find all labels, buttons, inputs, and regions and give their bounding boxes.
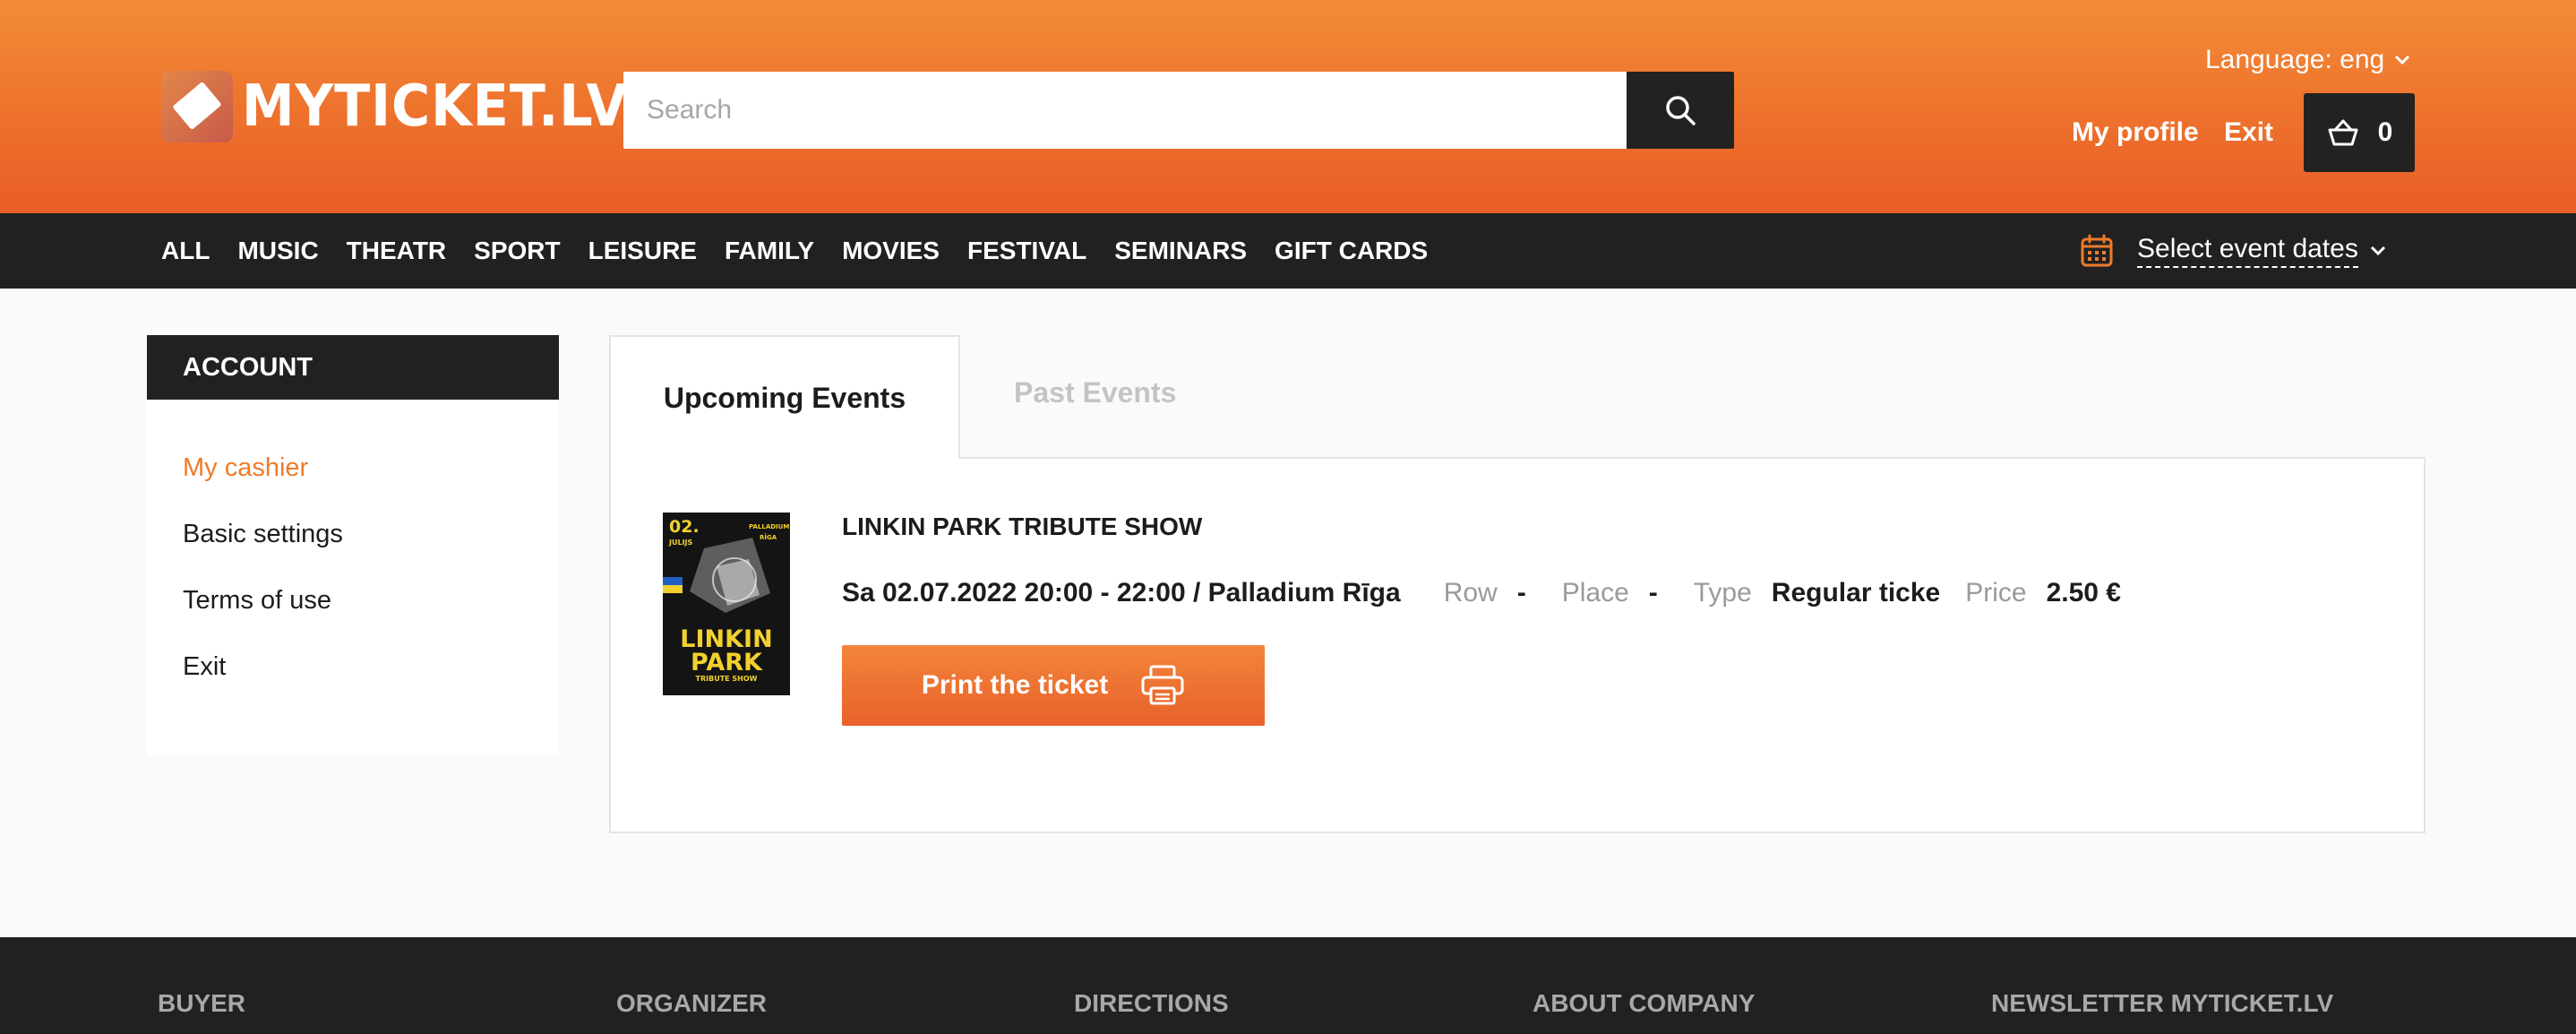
language-selector[interactable]: Language: eng bbox=[2205, 45, 2411, 75]
footer-col-buyer: BUYER bbox=[158, 989, 246, 1017]
row-value: - bbox=[1516, 578, 1526, 607]
language-label: Language: eng bbox=[2205, 45, 2385, 74]
site-header: MYTICKET.LV Language: eng My profile Exi… bbox=[0, 0, 2576, 213]
chevron-down-icon bbox=[2395, 55, 2410, 65]
nav-item-movies[interactable]: MOVIES bbox=[842, 237, 940, 265]
nav-item-theatr[interactable]: THEATR bbox=[347, 237, 446, 265]
account-sidebar-title: ACCOUNT bbox=[147, 335, 559, 400]
brand-name: MYTICKET.LV bbox=[242, 73, 629, 140]
site-footer bbox=[0, 937, 2576, 1034]
poster-month: JULIJS bbox=[668, 539, 693, 547]
event-dates-label: Select event dates bbox=[2137, 234, 2358, 268]
cart-button[interactable]: 0 bbox=[2304, 93, 2415, 172]
footer-col-newsletter: NEWSLETTER MYTICKET.LV bbox=[1991, 989, 2334, 1017]
print-ticket-button[interactable]: Print the ticket bbox=[842, 645, 1265, 726]
place-label: Place bbox=[1561, 578, 1629, 607]
nav-item-family[interactable]: FAMILY bbox=[725, 237, 814, 265]
footer-col-organizer: ORGANIZER bbox=[616, 989, 767, 1017]
sidebar-item-terms-of-use[interactable]: Terms of use bbox=[183, 586, 331, 616]
tab-upcoming-events[interactable]: Upcoming Events bbox=[609, 335, 960, 459]
search-button[interactable] bbox=[1627, 72, 1734, 149]
account-sidebar: My cashier Basic settings Terms of use E… bbox=[147, 400, 559, 756]
poster-band-line2: PARK bbox=[691, 649, 763, 676]
printer-icon bbox=[1141, 665, 1184, 705]
type-label: Type bbox=[1693, 578, 1752, 607]
cart-count: 0 bbox=[2377, 117, 2393, 147]
sidebar-item-exit[interactable]: Exit bbox=[183, 652, 226, 682]
nav-item-leisure[interactable]: LEISURE bbox=[588, 237, 697, 265]
price-label: Price bbox=[1965, 578, 2027, 607]
nav-item-seminars[interactable]: SEMINARS bbox=[1114, 237, 1247, 265]
event-poster[interactable]: 02. JULIJS PALLADIUM RĪGA LINKIN PARK TR… bbox=[663, 513, 790, 695]
print-ticket-label: Print the ticket bbox=[921, 670, 1109, 700]
footer-col-directions: DIRECTIONS bbox=[1074, 989, 1229, 1017]
event-datetime-venue: Sa 02.07.2022 20:00 - 22:00 / Palladium … bbox=[842, 578, 1401, 607]
poster-date: 02. bbox=[669, 517, 700, 537]
event-details: Sa 02.07.2022 20:00 - 22:00 / Palladium … bbox=[842, 577, 2121, 609]
nav-item-gift-cards[interactable]: GIFT CARDS bbox=[1275, 237, 1428, 265]
ticket-logo-icon bbox=[161, 71, 233, 142]
search-input[interactable] bbox=[623, 72, 1627, 149]
my-profile-link[interactable]: My profile bbox=[2072, 117, 2199, 148]
event-dates-selector[interactable]: Select event dates bbox=[2080, 231, 2387, 271]
site-logo[interactable]: MYTICKET.LV bbox=[161, 70, 662, 143]
calendar-icon bbox=[2081, 234, 2113, 267]
nav-item-music[interactable]: MUSIC bbox=[237, 237, 318, 265]
poster-venue: PALLADIUM bbox=[749, 523, 789, 530]
search-bar bbox=[623, 72, 1734, 149]
place-value: - bbox=[1648, 578, 1658, 607]
search-icon bbox=[1666, 96, 1696, 125]
type-value: Regular ticke bbox=[1771, 578, 1941, 607]
poster-city: RĪGA bbox=[760, 533, 777, 541]
exit-link[interactable]: Exit bbox=[2224, 117, 2273, 148]
event-poster-image: 02. JULIJS PALLADIUM RĪGA LINKIN PARK TR… bbox=[663, 513, 790, 695]
nav-item-festival[interactable]: FESTIVAL bbox=[967, 237, 1086, 265]
nav-item-all[interactable]: ALL bbox=[161, 237, 210, 265]
sidebar-item-my-cashier[interactable]: My cashier bbox=[183, 453, 308, 483]
chevron-down-icon bbox=[2370, 246, 2385, 256]
cart-icon bbox=[2328, 119, 2358, 146]
sidebar-item-basic-settings[interactable]: Basic settings bbox=[183, 520, 343, 549]
price-value: 2.50 € bbox=[2046, 578, 2121, 607]
nav-item-sport[interactable]: SPORT bbox=[474, 237, 560, 265]
footer-col-about-company: ABOUT COMPANY bbox=[1533, 989, 1756, 1017]
row-label: Row bbox=[1443, 578, 1498, 607]
poster-subtitle: TRIBUTE SHOW bbox=[696, 675, 758, 683]
tab-past-events[interactable]: Past Events bbox=[1014, 376, 1176, 409]
event-title: LINKIN PARK TRIBUTE SHOW bbox=[842, 513, 1203, 540]
